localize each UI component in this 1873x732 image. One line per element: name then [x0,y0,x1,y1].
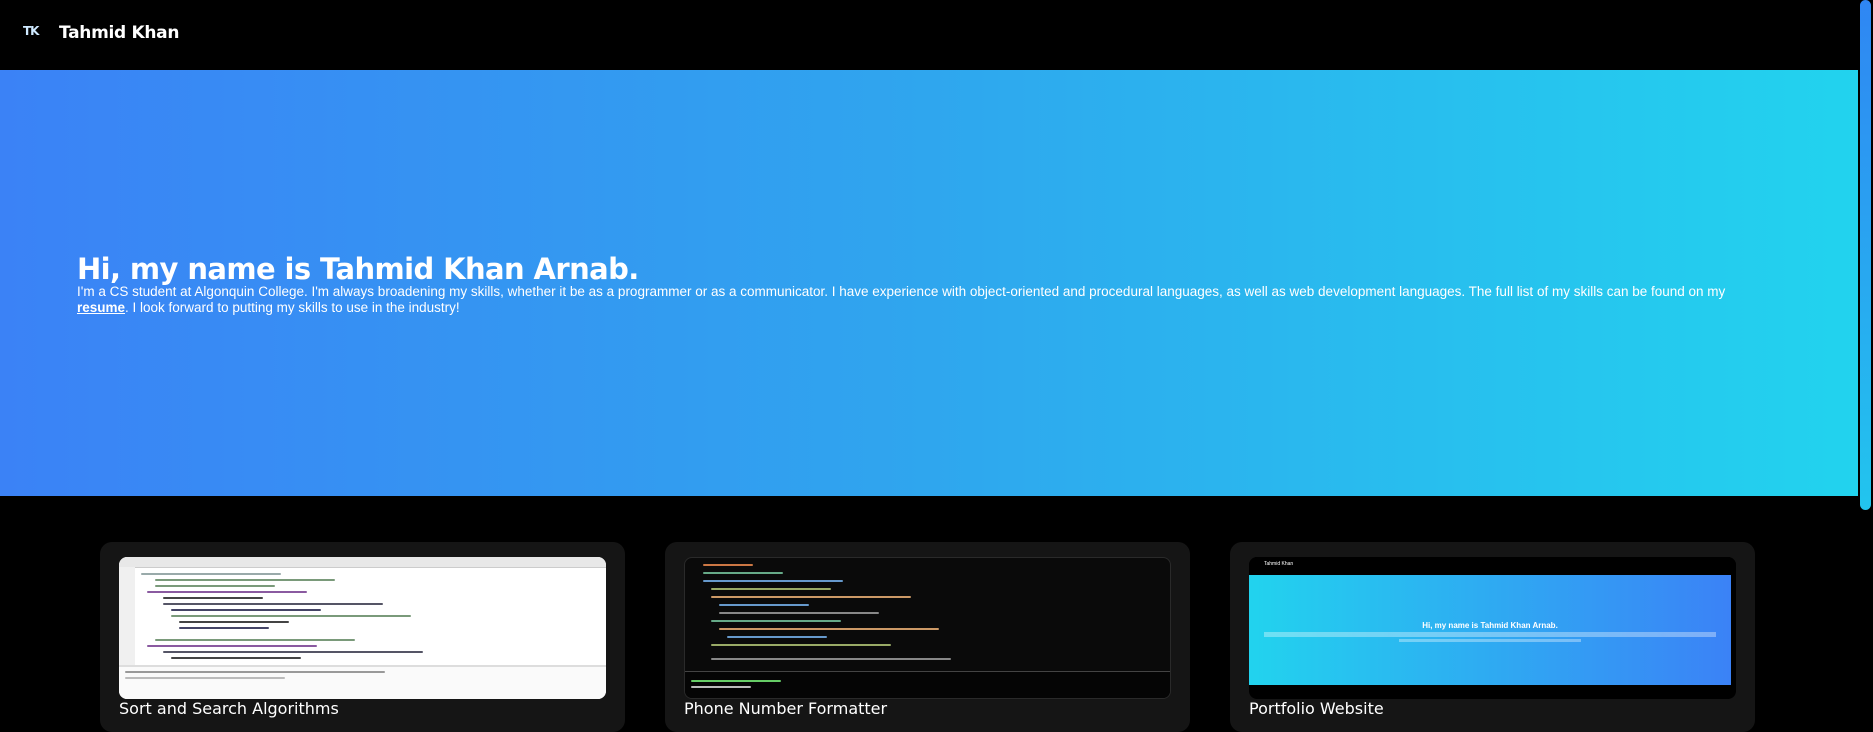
preview-title: Hi, my name is Tahmid Khan Arnab. [1422,621,1558,630]
hero-description: I'm a CS student at Algonquin College. I… [77,284,1767,315]
project-title[interactable]: Sort and Search Algorithms [119,699,339,718]
hero-section: Hi, my name is Tahmid Khan Arnab. I'm a … [0,70,1858,496]
project-screenshot-ide-dark [684,557,1171,699]
project-title[interactable]: Portfolio Website [1249,699,1384,718]
project-card-phone-formatter[interactable]: Phone Number Formatter [665,542,1190,732]
project-screenshot-ide-light [119,557,606,699]
resume-link[interactable]: resume [77,300,125,315]
project-screenshot-portfolio: Tahmid Khan Hi, my name is Tahmid Khan A… [1249,557,1736,699]
preview-brand: Tahmid Khan [1264,561,1294,567]
project-title[interactable]: Phone Number Formatter [684,699,887,718]
brand-name[interactable]: Tahmid Khan [59,23,179,43]
logo-icon[interactable]: TK [23,24,41,42]
project-card-portfolio[interactable]: Tahmid Khan Hi, my name is Tahmid Khan A… [1230,542,1755,732]
hero-title: Hi, my name is Tahmid Khan Arnab. [77,252,639,286]
scrollbar-thumb[interactable] [1860,0,1871,510]
hero-text-part1: I'm a CS student at Algonquin College. I… [77,284,1726,299]
navbar: TK Tahmid Khan [0,0,1858,70]
project-card-sort-search[interactable]: Sort and Search Algorithms [100,542,625,732]
hero-text-part2: . I look forward to putting my skills to… [125,299,460,315]
